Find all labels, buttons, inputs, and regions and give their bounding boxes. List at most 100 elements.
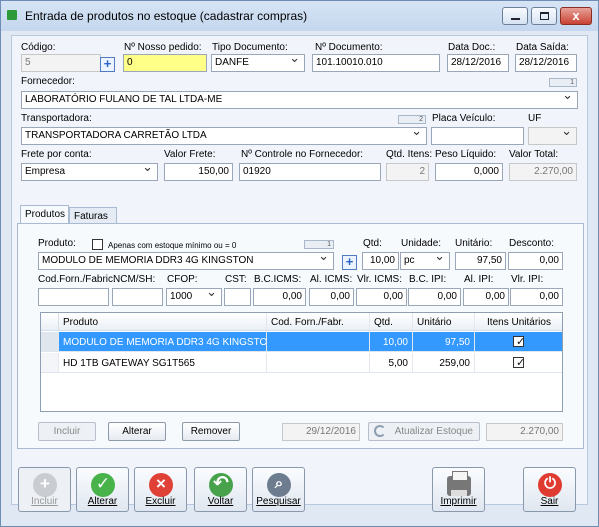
app-icon — [7, 10, 17, 20]
fornecedor-select[interactable]: LABORATÓRIO FULANO DE TAL LTDA-ME — [21, 91, 578, 109]
frete-por-conta-label: Frete por conta: — [21, 149, 92, 160]
check-icon: ✓ — [91, 473, 115, 497]
add-codigo-button[interactable]: + — [100, 57, 115, 72]
binoculars-icon: ⌕ — [267, 473, 291, 497]
cfop-select[interactable]: 1000 — [166, 288, 222, 306]
itens-unitarios-checkbox[interactable]: ✓ — [513, 357, 526, 369]
column-itens-unitarios[interactable]: Itens Unitários — [475, 313, 562, 330]
data-doc-field[interactable]: 28/12/2016 — [447, 54, 509, 72]
min-stock-checkbox[interactable] — [92, 239, 103, 250]
maximize-icon — [540, 12, 549, 20]
numero-documento-label: Nº Documento: — [315, 42, 383, 53]
ncm-sh-label: NCM/SH: — [113, 274, 156, 285]
vlr-ipi-field[interactable]: 0,00 — [510, 288, 563, 306]
qtd-field[interactable]: 10,00 — [362, 252, 399, 270]
sair-button[interactable]: ⏻ Sair — [523, 467, 576, 512]
frete-por-conta-select[interactable]: Empresa — [21, 163, 158, 181]
valor-frete-label: Valor Frete: — [164, 149, 216, 160]
unitario-field[interactable]: 97,50 — [455, 252, 506, 270]
numero-documento-field[interactable]: 101.10010.010 — [312, 54, 440, 72]
cell-qtd[interactable]: 5,00 — [370, 353, 413, 372]
bc-ipi-field[interactable]: 0,00 — [408, 288, 461, 306]
cell-qtd[interactable]: 10,00 — [370, 332, 413, 351]
check-icon: ✓ — [516, 336, 526, 348]
al-icms-field[interactable]: 0,00 — [309, 288, 354, 306]
maximize-button[interactable] — [531, 7, 557, 25]
column-qtd[interactable]: Qtd. — [370, 313, 413, 330]
uf-label: UF — [528, 113, 542, 124]
transportadora-label: Transportadora: — [21, 113, 92, 124]
column-unitario[interactable]: Unitário — [413, 313, 475, 330]
check-icon: ✓ — [516, 357, 526, 369]
cell-cod-forn[interactable] — [267, 353, 370, 372]
valor-frete-field[interactable]: 150,00 — [164, 163, 233, 181]
bc-icms-field[interactable]: 0,00 — [253, 288, 306, 306]
produto-label: Produto: — [38, 238, 76, 249]
produto-select[interactable]: MODULO DE MEMORIA DDR3 4G KINGSTON — [38, 252, 334, 270]
min-stock-label: Apenas com estoque mínimo ou = 0 — [108, 241, 237, 250]
controle-fornecedor-label: Nº Controle no Fornecedor: — [241, 149, 364, 160]
uf-select[interactable] — [528, 127, 577, 145]
bc-ipi-label: B.C. IPI: — [409, 274, 447, 285]
estoque-total-field: 2.270,00 — [486, 423, 563, 441]
voltar-button[interactable]: ↶ Voltar — [194, 467, 247, 512]
products-grid-header: Produto Cod. Forn./Fabr. Qtd. Unitário I… — [41, 313, 562, 331]
unidade-select[interactable]: pc — [400, 252, 450, 270]
data-saida-label: Data Saída: — [516, 42, 569, 53]
unitario-label: Unitário: — [455, 238, 493, 249]
incluir-item-button: Incluir — [38, 422, 96, 441]
table-row[interactable]: HD 1TB GATEWAY SG1T565 5,00 259,00 ✓ — [41, 353, 562, 373]
peso-liquido-label: Peso Líquido: — [435, 149, 497, 160]
vlr-icms-label: Vlr. ICMS: — [357, 274, 403, 285]
cell-unitario[interactable]: 259,00 — [413, 353, 475, 372]
codigo-label: Código: — [21, 42, 56, 53]
alterar-button[interactable]: ✓ Alterar — [76, 467, 129, 512]
incluir-label: Incluir — [31, 496, 58, 507]
vlr-icms-field[interactable]: 0,00 — [356, 288, 407, 306]
imprimir-button[interactable]: Imprimir — [432, 467, 485, 512]
al-icms-label: Al. ICMS: — [310, 274, 353, 285]
al-ipi-label: Al. IPI: — [464, 274, 494, 285]
incluir-button: + Incluir — [18, 467, 71, 512]
data-saida-field[interactable]: 28/12/2016 — [515, 54, 577, 72]
desconto-label: Desconto: — [509, 238, 555, 249]
itens-unitarios-checkbox[interactable]: ✓ — [513, 336, 526, 348]
tab-produtos[interactable]: Produtos — [20, 205, 69, 225]
peso-liquido-field[interactable]: 0,000 — [435, 163, 503, 181]
desconto-field[interactable]: 0,00 — [508, 252, 563, 270]
add-produto-button[interactable]: + — [342, 255, 357, 270]
column-produto[interactable]: Produto — [59, 313, 267, 330]
nosso-pedido-field[interactable]: 0 — [123, 54, 207, 72]
add-icon: + — [33, 473, 57, 497]
cell-unitario[interactable]: 97,50 — [413, 332, 475, 351]
transportadora-select[interactable]: TRANSPORTADORA CARRETÃO LTDA — [21, 127, 427, 145]
remover-item-button[interactable]: Remover — [182, 422, 240, 441]
cell-produto[interactable]: MODULO DE MEMORIA DDR3 4G KINGSTON — [59, 332, 267, 351]
tipo-documento-select[interactable]: DANFE — [211, 54, 305, 72]
fornecedor-id-badge: 1 — [549, 78, 577, 87]
column-cod-forn[interactable]: Cod. Forn./Fabr. — [267, 313, 370, 330]
table-row[interactable]: MODULO DE MEMORIA DDR3 4G KINGSTON 10,00… — [41, 332, 562, 352]
pesquisar-label: Pesquisar — [256, 496, 301, 507]
estoque-date-field: 29/12/2016 — [282, 423, 360, 441]
cod-fabric-field[interactable] — [38, 288, 109, 306]
excluir-button[interactable]: × Excluir — [134, 467, 187, 512]
cell-cod-forn[interactable] — [267, 332, 370, 351]
pesquisar-button[interactable]: ⌕ Pesquisar — [252, 467, 305, 512]
refresh-icon — [374, 425, 386, 437]
data-doc-label: Data Doc.: — [448, 42, 496, 53]
controle-fornecedor-field[interactable]: 01920 — [239, 163, 381, 181]
cst-field[interactable] — [224, 288, 251, 306]
alterar-item-button[interactable]: Alterar — [108, 422, 166, 441]
close-button[interactable]: x — [560, 7, 592, 25]
ncm-sh-field[interactable] — [112, 288, 163, 306]
codigo-field[interactable]: 5 — [21, 54, 101, 72]
vlr-ipi-label: Vlr. IPI: — [511, 274, 544, 285]
placa-veiculo-field[interactable] — [431, 127, 524, 145]
power-icon: ⏻ — [538, 473, 562, 497]
cell-produto[interactable]: HD 1TB GATEWAY SG1T565 — [59, 353, 267, 372]
row-indicator — [41, 353, 59, 372]
alterar-label: Alterar — [87, 496, 118, 507]
minimize-button[interactable] — [502, 7, 528, 25]
al-ipi-field[interactable]: 0,00 — [463, 288, 509, 306]
